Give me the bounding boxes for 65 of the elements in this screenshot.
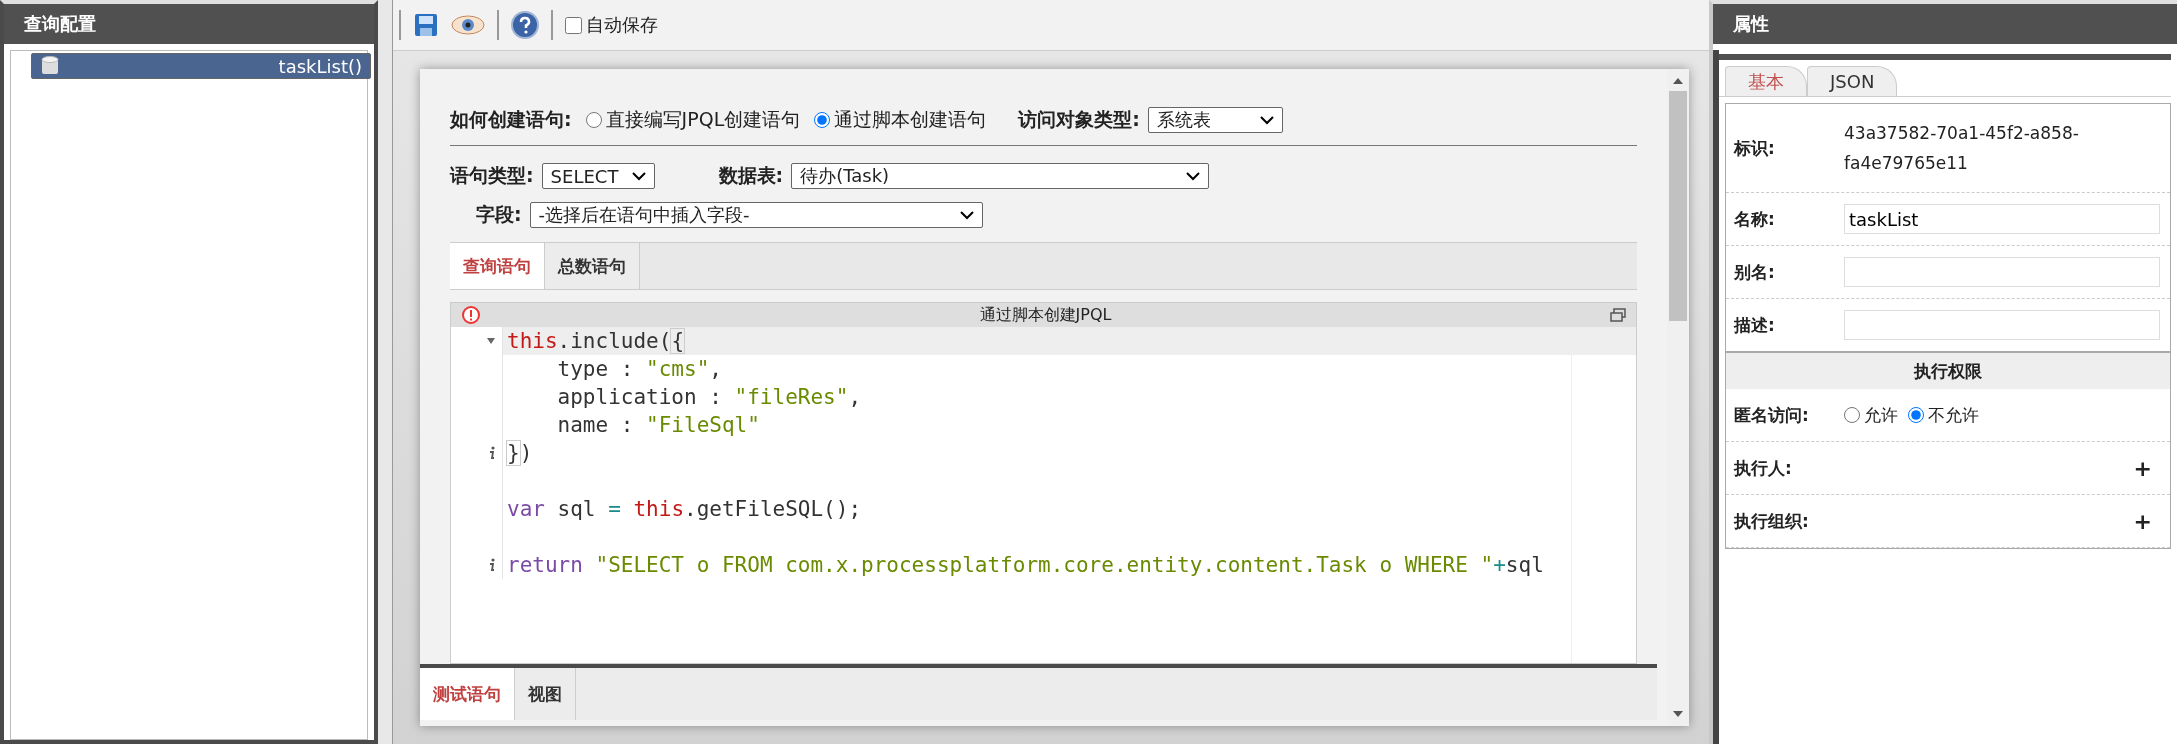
tab[interactable]: 总数语句 <box>545 243 640 289</box>
tab[interactable]: JSON <box>1807 66 1898 96</box>
editor-title: 通过脚本创建JPQL <box>979 304 1112 326</box>
save-icon[interactable] <box>413 12 439 38</box>
property-label: 名称: <box>1734 207 1776 231</box>
field-label: 访问对象类型: <box>1018 107 1140 132</box>
property-value: fa4e79765e11 <box>1844 153 1969 173</box>
field-select[interactable]: -选择后在语句中插入字段- <box>529 202 983 228</box>
property-label: 匿名访问: <box>1734 403 1810 427</box>
panel-title: 属性 <box>1733 12 1769 36</box>
field-label: 数据表: <box>718 163 784 188</box>
object-type-select[interactable]: 系统表 <box>1147 107 1283 133</box>
scroll-down-icon[interactable] <box>1672 710 1684 718</box>
error-icon <box>461 305 481 325</box>
description-input[interactable] <box>1844 310 2160 340</box>
autosave-checkbox[interactable] <box>565 16 582 34</box>
section-title: 执行权限 <box>1914 359 1982 383</box>
panel-title: 查询配置 <box>24 12 96 36</box>
fold-arrow-icon[interactable] <box>486 337 496 345</box>
radio-label: 不允许 <box>1928 403 1979 427</box>
chevron-icon <box>1186 171 1201 181</box>
field-label: 如何创建语句: <box>450 107 572 132</box>
radio-label: 直接编写JPQL创建语句 <box>605 107 801 132</box>
table-select[interactable]: 待办(Task) <box>791 163 1210 189</box>
chevron-icon <box>959 210 974 220</box>
tab[interactable]: 测试语句 <box>420 668 515 720</box>
code-line: var sql = this.getFileSQL(); <box>506 496 862 523</box>
tree-item[interactable]: taskList() <box>31 53 371 79</box>
splitter[interactable] <box>378 0 393 744</box>
field-label: 字段: <box>476 202 522 227</box>
radio-button[interactable] <box>1844 407 1860 423</box>
field-label: 语句类型: <box>450 163 534 188</box>
restore-icon[interactable] <box>1610 308 1626 322</box>
help-icon[interactable] <box>511 11 539 39</box>
property-label: 执行组织: <box>1734 509 1810 533</box>
property-value: 43a37582-70a1-45f2-a858- <box>1844 123 2079 143</box>
radio-button[interactable] <box>1908 407 1924 423</box>
chevron-icon <box>631 171 646 181</box>
chevron-icon <box>1259 115 1274 125</box>
code-line: }) <box>506 440 533 467</box>
property-label: 标识: <box>1734 136 1776 160</box>
code-line: type : "cms", <box>556 356 722 383</box>
name-input[interactable]: taskList <box>1844 204 2160 234</box>
add-button[interactable]: + <box>2133 455 2160 481</box>
add-button[interactable]: + <box>2133 508 2160 534</box>
code-line: return "SELECT o FROM com.x.processplatform.core.entity.content.Task o WHERE "+sql <box>506 552 1544 579</box>
code-line: this.include({ <box>506 328 685 355</box>
code-line: application : "fileRes", <box>556 384 862 411</box>
property-label: 别名: <box>1734 260 1776 284</box>
eye-icon[interactable] <box>451 14 485 36</box>
radio-label: 允许 <box>1864 403 1898 427</box>
database-icon <box>40 55 60 77</box>
scroll-up-icon[interactable] <box>1672 77 1684 85</box>
autosave-label: 自动保存 <box>586 13 658 37</box>
radio-label: 通过脚本创建语句 <box>834 107 987 132</box>
radio-button[interactable] <box>585 112 602 128</box>
code-line: name : "FileSql" <box>556 412 760 439</box>
scrollbar[interactable] <box>1667 69 1689 726</box>
alias-input[interactable] <box>1844 257 2160 287</box>
tab[interactable]: 基本 <box>1725 66 1807 96</box>
statement-type-select[interactable]: SELECT <box>541 163 655 189</box>
property-label: 描述: <box>1734 313 1776 337</box>
tab[interactable]: 查询语句 <box>450 243 545 289</box>
property-label: 执行人: <box>1734 456 1793 480</box>
radio-button[interactable] <box>814 112 831 128</box>
